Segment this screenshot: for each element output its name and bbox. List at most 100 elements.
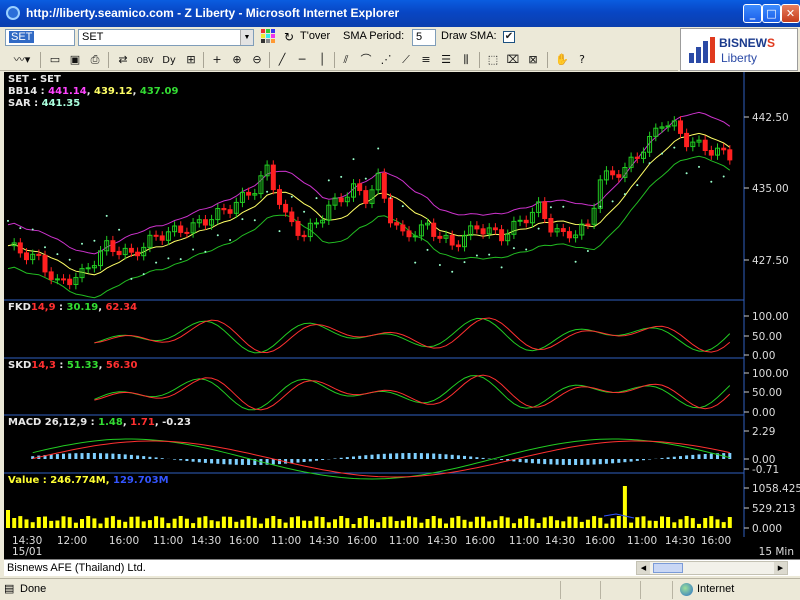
arc-icon[interactable]: ⌒: [357, 51, 375, 69]
candle-body: [110, 240, 116, 252]
macd-hist-bar: [197, 459, 201, 463]
horizontal-scrollbar[interactable]: ◀ ▶: [636, 561, 788, 575]
candle-body: [449, 234, 455, 246]
candle-body: [437, 235, 443, 239]
symbol-input[interactable]: SET: [5, 29, 75, 46]
sar-dot: [7, 219, 9, 222]
volume-bar: [610, 518, 615, 528]
erase-icon[interactable]: ⌧: [504, 51, 522, 69]
candle-body: [634, 156, 640, 159]
macd-hist-bar: [86, 453, 90, 459]
channel-icon[interactable]: ⫽: [337, 51, 355, 69]
scroll-right-icon[interactable]: ▶: [774, 562, 787, 574]
draw-sma-label: Draw SMA:: [441, 30, 497, 42]
macd-hist-bar: [697, 454, 701, 459]
candle-body: [394, 222, 400, 226]
sar-dot: [377, 147, 380, 150]
fan-icon[interactable]: ⋰: [377, 51, 395, 69]
open-icon[interactable]: ▭: [46, 51, 64, 69]
dy-icon[interactable]: Dy: [158, 51, 180, 69]
axis-tick-label: 2.29: [752, 426, 775, 438]
hand-icon[interactable]: ✋: [553, 51, 571, 69]
macd-legend: MACD 26,12,9 : 1.48, 1.71, -0.23: [8, 417, 191, 428]
window-title: http://liberty.seamico.com - Z Liberty -…: [26, 6, 400, 20]
macd-hist-bar: [247, 459, 251, 465]
zoom-out-icon[interactable]: ⊖: [248, 51, 266, 69]
volume-bar: [24, 519, 29, 528]
compare-icon[interactable]: ⇄: [114, 51, 132, 69]
sar-dot: [623, 193, 626, 196]
macd-hist-bar: [142, 456, 146, 459]
macd-hist-bar: [598, 459, 602, 465]
candle-body: [135, 251, 141, 257]
fkd-d-line: [94, 317, 731, 354]
speed-line-icon[interactable]: ⟋: [397, 51, 415, 69]
volume-bar: [333, 519, 337, 528]
macd-hist-bar: [401, 453, 405, 459]
close-button[interactable]: ✕: [781, 4, 800, 23]
volume-bar: [265, 518, 270, 528]
color-palette-icon[interactable]: [259, 29, 277, 46]
sar-dot: [44, 246, 46, 249]
macd-hist-bar: [240, 459, 244, 465]
vertical-line-icon[interactable]: │: [313, 51, 331, 69]
sar-dot: [204, 250, 207, 253]
volume-bar: [86, 516, 91, 528]
time-tick-label: 14:30: [427, 535, 457, 547]
zoom-in-icon[interactable]: ⊕: [228, 51, 246, 69]
bb-legend: BB14 : 441.14, 439.12, 437.09: [8, 86, 179, 97]
print-icon[interactable]: ⎙: [86, 51, 104, 69]
chart-type-icon[interactable]: 〰▾: [8, 51, 36, 69]
tover-label[interactable]: T'over: [300, 30, 330, 42]
candle-body: [708, 150, 714, 156]
volume-bar: [283, 522, 288, 528]
maximize-button[interactable]: □: [762, 4, 781, 23]
sar-legend: SAR : 441.35: [8, 98, 81, 109]
save-icon[interactable]: ▣: [66, 51, 84, 69]
indicator-icon[interactable]: ⊞: [182, 51, 200, 69]
candle-body: [548, 218, 554, 233]
sar-dot: [525, 248, 528, 251]
volume-bar: [598, 517, 603, 528]
obv-icon[interactable]: OBV: [134, 51, 156, 69]
symbol-dropdown-value: SET: [82, 31, 104, 43]
scroll-left-icon[interactable]: ◀: [637, 562, 650, 574]
sma-period-input[interactable]: 5: [412, 29, 436, 46]
macd-hist-bar: [456, 455, 460, 459]
macd-hist-bar: [586, 459, 590, 465]
minimize-button[interactable]: _: [743, 4, 762, 23]
sar-dot: [352, 158, 355, 161]
volume-bar: [456, 516, 461, 528]
volume-bar: [110, 516, 115, 528]
help-icon[interactable]: ?: [573, 51, 591, 69]
volume-bar: [548, 516, 553, 528]
refresh-icon[interactable]: ↻: [280, 29, 298, 46]
sar-dot: [648, 162, 651, 165]
skd-legend: SKD14,3 : 51.33, 56.30: [8, 360, 138, 371]
macd-hist-bar: [413, 453, 417, 459]
fibonacci-icon[interactable]: ≡: [417, 51, 435, 69]
chart-area[interactable]: 442.50 435.00 427.50 100.00 50.00 0.00 100.00 5…: [4, 72, 800, 559]
macd-hist-bar: [709, 453, 713, 459]
crosshair-icon[interactable]: +: [208, 51, 226, 69]
scroll-thumb[interactable]: [653, 563, 683, 573]
volume-bar: [382, 517, 387, 528]
sma-period-value: 5: [416, 31, 423, 43]
sar-dot: [451, 270, 454, 273]
draw-sma-checkbox[interactable]: ✔: [503, 31, 515, 43]
volume-bar: [505, 517, 510, 528]
volume-bar: [493, 520, 498, 528]
zone-text: Internet: [697, 583, 735, 595]
delete-all-icon[interactable]: ⊠: [524, 51, 542, 69]
horizontal-line-icon[interactable]: ─: [293, 51, 311, 69]
volume-bar: [370, 519, 374, 528]
macd-hist-bar: [611, 459, 615, 464]
trend-line-icon[interactable]: ╱: [273, 51, 291, 69]
candle-body: [523, 219, 529, 224]
volume-bar: [326, 522, 331, 528]
select-icon[interactable]: ⬚: [484, 51, 502, 69]
macd-hist-bar: [117, 454, 121, 459]
cycle-icon[interactable]: ⫼: [457, 51, 475, 69]
retracement-icon[interactable]: ☰: [437, 51, 455, 69]
symbol-dropdown[interactable]: SET ▼: [78, 29, 254, 46]
